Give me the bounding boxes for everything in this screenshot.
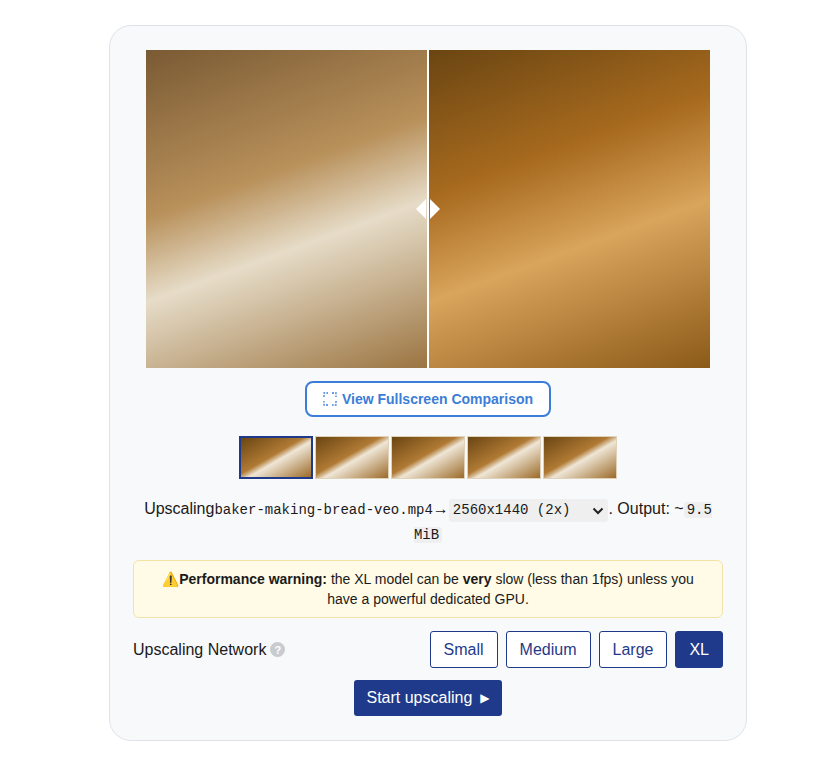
comparison-view[interactable]: [146, 50, 710, 368]
help-icon[interactable]: ?: [270, 642, 285, 657]
thumbnail[interactable]: [315, 436, 389, 479]
network-row: Upscaling Network? SmallMediumLargeXL: [133, 631, 723, 668]
thumbnail[interactable]: [239, 436, 313, 479]
network-option[interactable]: Small: [430, 631, 498, 668]
start-button[interactable]: Start upscaling▶: [354, 680, 501, 716]
fullscreen-button[interactable]: View Fullscreen Comparison: [305, 381, 551, 417]
network-option[interactable]: XL: [675, 631, 723, 668]
thumbnail[interactable]: [543, 436, 617, 479]
warning-icon: ⚠️: [162, 571, 179, 587]
page: View Fullscreen Comparison Upscalingbaker…: [0, 0, 824, 741]
original-frame: [146, 50, 428, 368]
thumbnail[interactable]: [467, 436, 541, 479]
resolution-select[interactable]: 2560x1440 (2x): [449, 499, 609, 522]
upscaler-card: View Fullscreen Comparison Upscalingbaker…: [109, 25, 747, 741]
fullscreen-icon: [323, 392, 337, 406]
file-name: baker-making-bread-veo.mp4: [214, 502, 432, 518]
thumbnail[interactable]: [391, 436, 465, 479]
comparison-divider[interactable]: [427, 50, 429, 368]
play-icon: ▶: [480, 691, 489, 705]
network-options: SmallMediumLargeXL: [430, 631, 723, 668]
thumbnail-strip: [239, 436, 617, 479]
performance-warning: ⚠️Performance warning: the XL model can …: [133, 560, 723, 618]
upscaled-frame: [428, 50, 710, 368]
network-label: Upscaling Network?: [133, 641, 285, 659]
network-option[interactable]: Large: [599, 631, 668, 668]
chevron-down-icon: [592, 507, 604, 515]
upscale-info: Upscalingbaker-making-bread-veo.mp4→2560…: [128, 497, 728, 547]
network-option[interactable]: Medium: [506, 631, 591, 668]
drag-handle-icon[interactable]: [413, 197, 443, 221]
